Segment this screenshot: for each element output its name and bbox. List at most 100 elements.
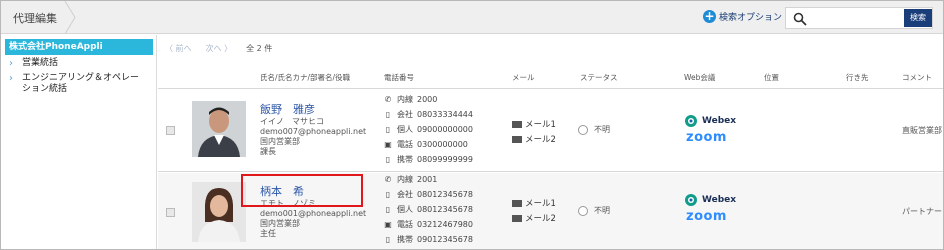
phone-mobile[interactable]: ▯ 携帯 09012345678 — [384, 234, 473, 245]
mail1-label: メール1 — [525, 120, 556, 130]
phone-value: 09000000000 — [417, 125, 473, 134]
mail2-link[interactable]: メール2 — [512, 212, 556, 224]
sidebar-item-label-line1: エンジニアリング＆オペレー — [22, 73, 140, 83]
avatar — [192, 101, 246, 157]
phone-value: 2000 — [417, 95, 438, 104]
status-label: 不明 — [594, 206, 610, 215]
search-option-label: 検索オプション — [719, 13, 783, 23]
sidebar-item-label: 営業統括 — [22, 58, 59, 68]
pager: 〈 前へ 次へ 〉 全 2 件 — [165, 43, 286, 54]
zoom-link[interactable]: zoom — [686, 209, 727, 224]
sidebar-item-label: エンジニアリング＆オペレー ション統括 — [22, 73, 139, 95]
person-kana: イイノ マサヒコ — [260, 117, 324, 126]
phone-landline[interactable]: ▣ 電話 03212467980 — [384, 219, 473, 230]
phone-label: 携帯 — [397, 235, 413, 244]
column-header-status: ステータス — [580, 73, 618, 82]
column-header-phone: 電話番号 — [384, 73, 414, 82]
search-button[interactable]: 検索 — [904, 9, 932, 27]
phone-handset-icon: ✆ — [384, 95, 392, 104]
person-photo-icon — [192, 101, 246, 157]
sidebar-item-sales[interactable]: › 営業統括 — [9, 58, 58, 69]
phone-value: 08099999999 — [417, 155, 473, 164]
phone-value: 2001 — [417, 175, 438, 184]
mail1-label: メール1 — [525, 199, 556, 209]
zoom-link[interactable]: zoom — [686, 130, 727, 145]
person-email: demo001@phoneappli.net — [260, 209, 367, 218]
row-checkbox[interactable] — [166, 208, 175, 217]
status-indicator: 不明 — [578, 205, 610, 216]
mobile-icon: ▯ — [385, 110, 391, 119]
phone-personal[interactable]: ▯ 個人 09000000000 — [384, 124, 473, 135]
person-name-link[interactable]: 飯野 雅彦 — [260, 101, 315, 117]
envelope-icon — [512, 120, 522, 128]
person-email: demo007@phoneappli.net — [260, 127, 367, 136]
chevron-right-icon: › — [9, 73, 13, 84]
webex-label: Webex — [702, 116, 737, 126]
phone-value: 09012345678 — [417, 235, 473, 244]
webex-link[interactable]: Webex — [684, 193, 736, 207]
mail2-label: メール2 — [525, 214, 556, 224]
mail1-link[interactable]: メール1 — [512, 197, 556, 209]
mobile-icon: ▯ — [385, 235, 391, 244]
fax-icon: ▣ — [384, 220, 392, 229]
sidebar-item-engineering[interactable]: › エンジニアリング＆オペレー ション統括 — [9, 73, 139, 95]
fax-icon: ▣ — [384, 140, 392, 149]
result-count: 全 2 件 — [246, 44, 273, 53]
search-icon — [793, 12, 807, 26]
phone-extension[interactable]: ✆ 内線 2000 — [384, 94, 438, 105]
mobile-icon: ▯ — [385, 190, 391, 199]
person-dept: 国内営業部 — [260, 219, 300, 228]
column-header-comment: コメント — [902, 73, 932, 82]
search-box: 検索 — [785, 7, 933, 29]
org-sidebar: 株式会社PhoneAppli › 営業統括 › エンジニアリング＆オペレー ショ… — [1, 35, 157, 249]
breadcrumb[interactable]: 代理編集 — [13, 10, 57, 26]
phone-landline[interactable]: ▣ 電話 0300000000 — [384, 139, 468, 150]
mail2-label: メール2 — [525, 135, 556, 145]
row-checkbox[interactable] — [166, 126, 175, 135]
window: 代理編集 + 検索オプション 検索 株式会社PhoneAppli › 営業統括 … — [0, 0, 944, 250]
column-header-mail: メール — [512, 73, 535, 82]
table-row[interactable]: 飯野 雅彦 イイノ マサヒコ demo007@phoneappli.net 国内… — [158, 90, 943, 172]
column-header-destination: 行き先 — [846, 73, 869, 82]
phone-mobile[interactable]: ▯ 携帯 08099999999 — [384, 154, 473, 165]
table-header: 氏名/氏名カナ/部署名/役職 電話番号 メール ステータス Web会議 位置 行… — [158, 63, 943, 89]
prev-page-link[interactable]: 〈 前へ — [165, 43, 192, 54]
envelope-icon — [512, 135, 522, 143]
person-title: 主任 — [260, 229, 276, 238]
phone-extension[interactable]: ✆ 内線 2001 — [384, 174, 438, 185]
mobile-icon: ▯ — [385, 125, 391, 134]
search-option-button[interactable]: + 検索オプション — [703, 10, 782, 23]
column-header-location: 位置 — [764, 73, 779, 82]
phone-value: 08033334444 — [417, 110, 473, 119]
mobile-icon: ▯ — [385, 205, 391, 214]
phone-company[interactable]: ▯ 会社 08012345678 — [384, 189, 473, 200]
phone-value: 08012345678 — [417, 190, 473, 199]
phone-label: 個人 — [397, 205, 413, 214]
mail2-link[interactable]: メール2 — [512, 133, 556, 145]
phone-label: 電話 — [397, 140, 413, 149]
next-page-link[interactable]: 次へ 〉 — [206, 43, 233, 54]
phone-value: 03212467980 — [417, 220, 473, 229]
org-root-item[interactable]: 株式会社PhoneAppli — [5, 39, 153, 55]
phone-label: 携帯 — [397, 155, 413, 164]
webex-icon — [685, 194, 697, 206]
envelope-icon — [512, 199, 522, 207]
envelope-icon — [512, 214, 522, 222]
sidebar-item-label-line2: ション統括 — [22, 84, 68, 94]
phone-personal[interactable]: ▯ 個人 08012345678 — [384, 204, 473, 215]
status-circle-icon — [578, 205, 588, 216]
phone-label: 会社 — [397, 110, 413, 119]
person-title: 課長 — [260, 147, 276, 156]
phone-label: 電話 — [397, 220, 413, 229]
highlight-box — [241, 174, 363, 207]
person-dept: 国内営業部 — [260, 137, 300, 146]
column-header-web: Web会議 — [684, 73, 716, 82]
mail1-link[interactable]: メール1 — [512, 118, 556, 130]
phone-value: 0300000000 — [417, 140, 468, 149]
phone-company[interactable]: ▯ 会社 08033334444 — [384, 109, 473, 120]
phone-label: 内線 — [397, 175, 413, 184]
phone-value: 08012345678 — [417, 205, 473, 214]
search-input[interactable] — [812, 10, 900, 26]
webex-link[interactable]: Webex — [684, 114, 736, 128]
mobile-icon: ▯ — [385, 155, 391, 164]
